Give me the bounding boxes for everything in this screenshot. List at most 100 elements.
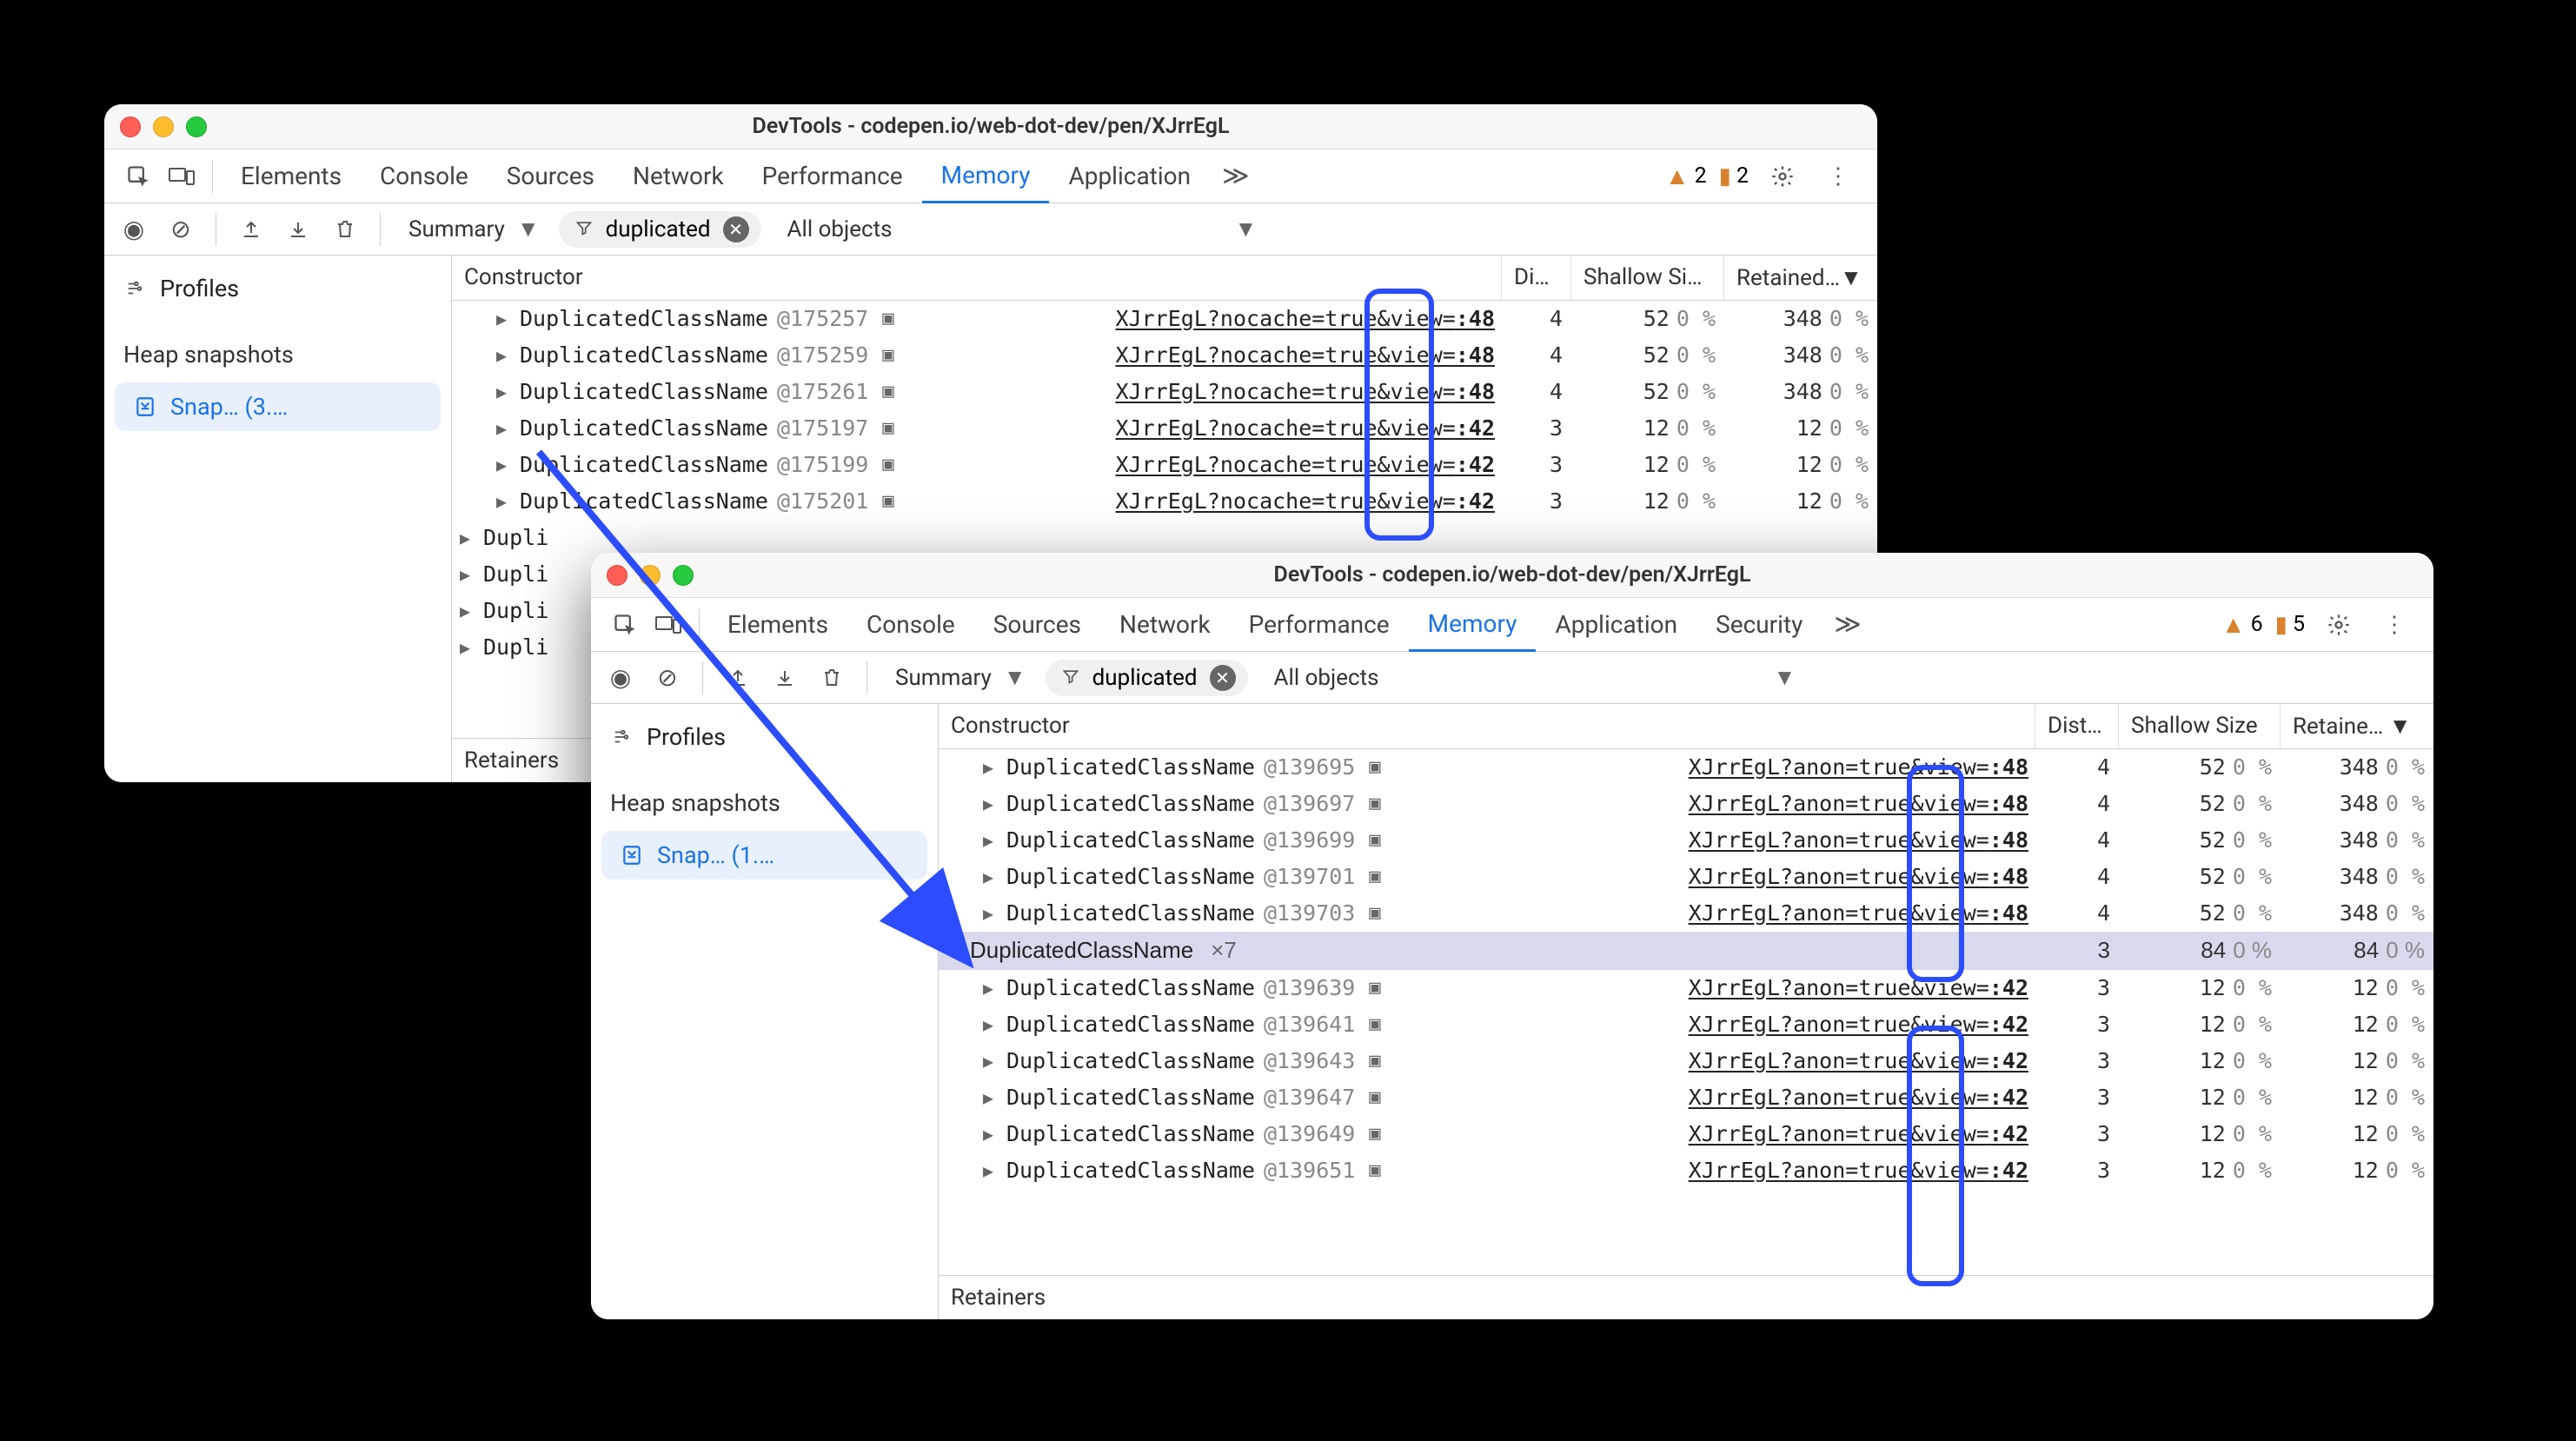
gc-icon[interactable] <box>324 209 366 250</box>
popup-icon[interactable]: ▣ <box>882 308 893 329</box>
scope-select[interactable]: All objects ▼ <box>1260 664 1810 691</box>
tab-sources[interactable]: Sources <box>488 149 614 203</box>
popup-icon[interactable]: ▣ <box>1369 829 1380 851</box>
view-select[interactable]: Summary▼ <box>881 664 1040 691</box>
chevron-right-icon[interactable]: ▶ <box>492 382 511 402</box>
source-link[interactable]: XJrrEgL?anon=true&view=:42 <box>1689 1085 2032 1110</box>
table-row[interactable]: ▶ DuplicatedClassName @175261 ▣ XJrrEgL?… <box>452 374 1877 410</box>
record-icon[interactable]: ◉ <box>113 209 155 250</box>
tab-network[interactable]: Network <box>1100 598 1230 652</box>
tab-network[interactable]: Network <box>614 149 743 203</box>
source-link[interactable]: XJrrEgL?anon=true&view=:42 <box>1689 1158 2032 1183</box>
source-link[interactable]: XJrrEgL?nocache=true&view=:48 <box>1116 342 1499 368</box>
inspect-icon[interactable] <box>603 603 647 647</box>
inspect-icon[interactable] <box>116 155 160 198</box>
clear-icon[interactable]: ⊘ <box>647 657 688 699</box>
retainers-section[interactable]: Retainers <box>939 1275 2433 1319</box>
filter-pill[interactable]: duplicated ✕ <box>559 211 761 248</box>
source-link[interactable]: XJrrEgL?anon=true&view=:48 <box>1689 754 2032 780</box>
close-icon[interactable] <box>120 116 141 137</box>
minimize-icon[interactable] <box>640 565 661 586</box>
table-row[interactable]: ▶ DuplicatedClassName @139697 ▣ XJrrEgL?… <box>939 786 2433 822</box>
clear-filter-icon[interactable]: ✕ <box>1210 665 1236 691</box>
maximize-icon[interactable] <box>673 565 694 586</box>
tab-application[interactable]: Application <box>1049 149 1210 203</box>
popup-icon[interactable]: ▣ <box>1369 1159 1380 1181</box>
chevron-right-icon[interactable]: ▶ <box>492 455 511 475</box>
popup-icon[interactable]: ▣ <box>1369 793 1380 814</box>
popup-icon[interactable]: ▣ <box>1369 756 1380 778</box>
header-distance[interactable]: Di… <box>1502 256 1571 300</box>
table-row[interactable]: ▶ DuplicatedClassName @175199 ▣ XJrrEgL?… <box>452 447 1877 483</box>
popup-icon[interactable]: ▣ <box>1369 1013 1380 1035</box>
tab-security[interactable]: Security <box>1696 598 1822 652</box>
header-constructor[interactable]: Constructor <box>452 256 1502 300</box>
table-row[interactable]: ▶ DuplicatedClassName @139699 ▣ XJrrEgL?… <box>939 822 2433 859</box>
record-icon[interactable]: ◉ <box>600 657 641 699</box>
table-row[interactable]: ▶ DuplicatedClassName @139651 ▣ XJrrEgL?… <box>939 1152 2433 1189</box>
chevron-right-icon[interactable]: ▶ <box>455 528 475 548</box>
header-constructor[interactable]: Constructor <box>939 704 2035 748</box>
kebab-icon[interactable]: ⋮ <box>2373 603 2416 647</box>
warnings-badge[interactable]: ▲6 <box>2221 610 2263 639</box>
source-link[interactable]: XJrrEgL?anon=true&view=:48 <box>1689 864 2032 889</box>
table-row[interactable]: ▶ DuplicatedClassName @139701 ▣ XJrrEgL?… <box>939 859 2433 895</box>
chevron-right-icon[interactable]: ▶ <box>455 601 475 621</box>
popup-icon[interactable]: ▣ <box>882 454 893 475</box>
maximize-icon[interactable] <box>186 116 207 137</box>
popup-icon[interactable]: ▣ <box>1369 866 1380 887</box>
source-link[interactable]: XJrrEgL?anon=true&view=:42 <box>1689 1012 2032 1037</box>
chevron-right-icon[interactable]: ▶ <box>979 867 998 887</box>
popup-icon[interactable]: ▣ <box>1369 1050 1380 1072</box>
tab-memory[interactable]: Memory <box>922 149 1050 203</box>
popup-icon[interactable]: ▣ <box>882 490 893 512</box>
chevron-right-icon[interactable]: ▶ <box>979 1087 998 1108</box>
header-retained[interactable]: Retained…▼ <box>1724 256 1877 300</box>
source-link[interactable]: XJrrEgL?anon=true&view=:48 <box>1689 827 2032 853</box>
source-link[interactable]: XJrrEgL?anon=true&view=:48 <box>1689 791 2032 816</box>
device-toggle-icon[interactable] <box>647 603 690 647</box>
header-distance[interactable]: Dist… <box>2035 704 2119 748</box>
source-link[interactable]: XJrrEgL?nocache=true&view=:42 <box>1116 415 1499 441</box>
chevron-right-icon[interactable]: ▶ <box>979 757 998 778</box>
tab-application[interactable]: Application <box>1536 598 1696 652</box>
chevron-right-icon[interactable]: ▶ <box>455 637 475 658</box>
chevron-right-icon[interactable]: ▶ <box>979 1014 998 1035</box>
header-retained[interactable]: Retaine… ▼ <box>2281 704 2433 748</box>
table-row[interactable]: ▶ DuplicatedClassName @139695 ▣ XJrrEgL?… <box>939 749 2433 786</box>
table-row[interactable]: ▶ DuplicatedClassName @139703 ▣ XJrrEgL?… <box>939 895 2433 932</box>
filter-pill[interactable]: duplicated ✕ <box>1046 660 1248 696</box>
header-shallow[interactable]: Shallow Si… <box>1571 256 1724 300</box>
popup-icon[interactable]: ▣ <box>1369 977 1380 999</box>
source-link[interactable]: XJrrEgL?anon=true&view=:42 <box>1689 1121 2032 1146</box>
chevron-right-icon[interactable]: ▶ <box>979 1124 998 1145</box>
upload-icon[interactable] <box>717 657 759 699</box>
chevron-right-icon[interactable]: ▶ <box>979 830 998 851</box>
popup-icon[interactable]: ▣ <box>882 417 893 439</box>
source-link[interactable]: XJrrEgL?nocache=true&view=:42 <box>1116 488 1499 514</box>
more-tabs-icon[interactable]: ≫ <box>1822 609 1873 640</box>
issues-badge[interactable]: ▮5 <box>2275 612 2305 638</box>
issues-badge[interactable]: ▮2 <box>1719 163 1749 189</box>
tab-console[interactable]: Console <box>847 598 974 652</box>
chevron-right-icon[interactable]: ▶ <box>979 1160 998 1181</box>
popup-icon[interactable]: ▣ <box>882 344 893 366</box>
popup-icon[interactable]: ▣ <box>1369 902 1380 924</box>
tab-performance[interactable]: Performance <box>743 149 922 203</box>
chevron-right-icon[interactable]: ▶ <box>979 1051 998 1072</box>
minimize-icon[interactable] <box>153 116 174 137</box>
gc-icon[interactable] <box>811 657 853 699</box>
chevron-right-icon[interactable]: ▶ <box>492 345 511 366</box>
source-link[interactable]: XJrrEgL?anon=true&view=:42 <box>1689 1048 2032 1073</box>
chevron-right-icon[interactable]: ▶ <box>492 309 511 329</box>
table-row[interactable]: ▶ Dupli <box>452 520 1877 556</box>
warnings-badge[interactable]: ▲2 <box>1665 162 1707 190</box>
source-link[interactable]: XJrrEgL?nocache=true&view=:48 <box>1116 379 1499 404</box>
tab-elements[interactable]: Elements <box>222 149 361 203</box>
table-row[interactable]: ▶ DuplicatedClassName @139643 ▣ XJrrEgL?… <box>939 1043 2433 1079</box>
more-tabs-icon[interactable]: ≫ <box>1210 161 1261 191</box>
table-row[interactable]: ▶ DuplicatedClassName @175197 ▣ XJrrEgL?… <box>452 410 1877 447</box>
view-select[interactable]: Summary▼ <box>395 216 554 242</box>
source-link[interactable]: XJrrEgL?anon=true&view=:42 <box>1689 975 2032 1000</box>
chevron-right-icon[interactable]: ▶ <box>979 903 998 924</box>
